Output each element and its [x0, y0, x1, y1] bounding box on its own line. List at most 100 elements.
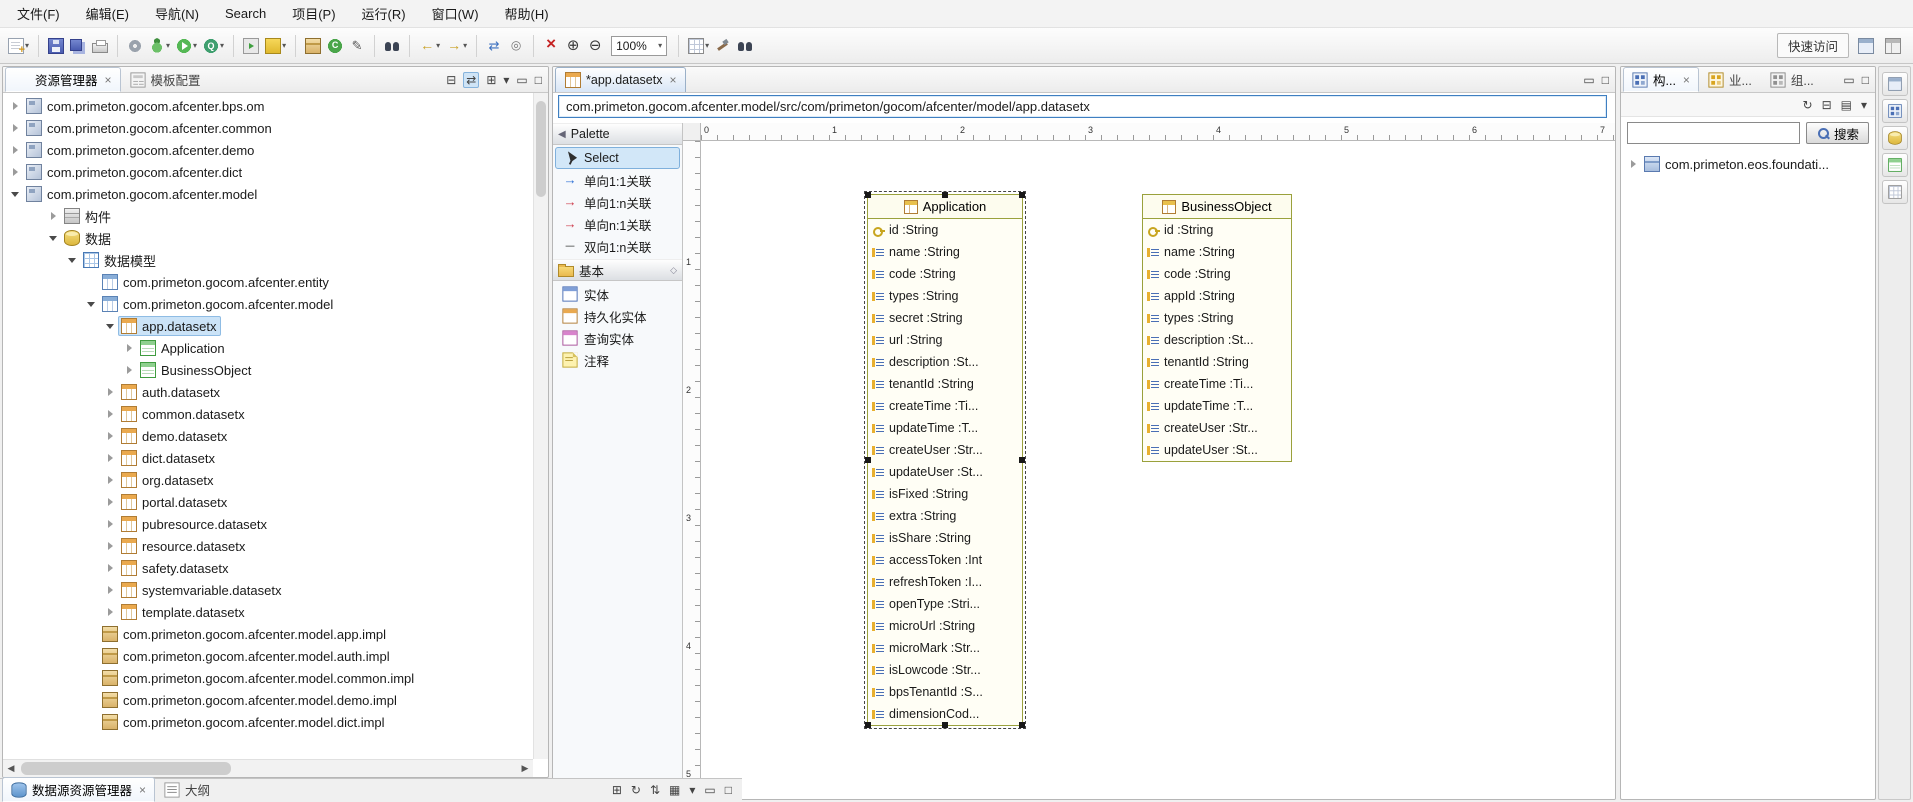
- collapse-all-icon[interactable]: ⊟: [1822, 98, 1832, 112]
- tree-item[interactable]: com.primeton.gocom.afcenter.model: [3, 183, 533, 205]
- entity-field[interactable]: name :String: [1143, 241, 1291, 263]
- pin-editor-button[interactable]: [506, 34, 526, 58]
- right-tab[interactable]: 构...×: [1623, 67, 1699, 92]
- tree-item[interactable]: 数据模型: [3, 249, 533, 271]
- tree-item[interactable]: com.primeton.gocom.afcenter.common: [3, 117, 533, 139]
- palette-group-header[interactable]: 基本 ◇: [553, 259, 682, 281]
- run-button[interactable]: ▾: [174, 34, 199, 58]
- maximize-icon[interactable]: □: [1602, 73, 1609, 87]
- tree-item[interactable]: template.datasetx: [3, 601, 533, 623]
- zoom-in-button[interactable]: [563, 34, 583, 58]
- open-perspective-button[interactable]: [1856, 34, 1876, 58]
- tree-item[interactable]: com.primeton.gocom.afcenter.model.app.im…: [3, 623, 533, 645]
- menu-item[interactable]: 帮助(H): [492, 0, 562, 27]
- entity-tool[interactable]: 实体: [555, 283, 680, 305]
- search-input[interactable]: [1627, 122, 1800, 144]
- new-package-button[interactable]: [303, 34, 323, 58]
- entity-field[interactable]: code :String: [1143, 263, 1291, 285]
- collapsed-twisty-icon[interactable]: [102, 432, 118, 440]
- right-tab[interactable]: 业...: [1699, 67, 1761, 92]
- entity-field[interactable]: isLowcode :Str...: [868, 659, 1022, 681]
- close-icon[interactable]: ×: [1683, 75, 1690, 85]
- run-last-tool-button[interactable]: [241, 34, 261, 58]
- collapsed-twisty-icon[interactable]: [121, 366, 137, 374]
- collapsed-twisty-icon[interactable]: [102, 454, 118, 462]
- open-search-button[interactable]: [382, 34, 402, 58]
- menu-item[interactable]: 窗口(W): [419, 0, 492, 27]
- link-with-editor-icon[interactable]: ⇄: [463, 72, 479, 88]
- expanded-twisty-icon[interactable]: [45, 236, 61, 241]
- entity-field[interactable]: description :St...: [1143, 329, 1291, 351]
- scroll-right-icon[interactable]: ▶: [517, 763, 533, 774]
- persistent-entity-tool[interactable]: 持久化实体: [555, 305, 680, 327]
- entity-field[interactable]: types :String: [1143, 307, 1291, 329]
- tree-item[interactable]: Application: [3, 337, 533, 359]
- tree-item[interactable]: dict.datasetx: [3, 447, 533, 469]
- maximize-icon[interactable]: □: [725, 783, 732, 797]
- entity-field[interactable]: code :String: [868, 263, 1022, 285]
- entity-field[interactable]: createUser :Str...: [1143, 417, 1291, 439]
- collapsed-twisty-icon[interactable]: [7, 168, 23, 176]
- scrollbar-track[interactable]: [19, 760, 517, 777]
- entity-field[interactable]: refreshToken :I...: [868, 571, 1022, 593]
- selection-handle[interactable]: [1019, 722, 1025, 728]
- tree-item[interactable]: systemvariable.datasetx: [3, 579, 533, 601]
- collapsed-twisty-icon[interactable]: [102, 608, 118, 616]
- tree-item[interactable]: com.primeton.gocom.afcenter.dict: [3, 161, 533, 183]
- comment-tool[interactable]: 注释: [555, 349, 680, 371]
- grid-layout-button[interactable]: ▾: [686, 34, 711, 58]
- settings-button[interactable]: [125, 34, 145, 58]
- selection-handle[interactable]: [942, 722, 948, 728]
- scroll-left-icon[interactable]: ◀: [3, 763, 19, 774]
- tree-item[interactable]: org.datasetx: [3, 469, 533, 491]
- entity-field[interactable]: id :String: [868, 219, 1022, 241]
- collapsed-twisty-icon[interactable]: [7, 124, 23, 132]
- maximize-icon[interactable]: □: [1862, 73, 1869, 87]
- bottom-tab[interactable]: 数据源资源管理器×: [2, 777, 155, 802]
- tree-item[interactable]: com.primeton.gocom.afcenter.model: [3, 293, 533, 315]
- link-with-editor-button[interactable]: [484, 34, 504, 58]
- collapsed-twisty-icon[interactable]: [102, 542, 118, 550]
- search-button[interactable]: 搜索: [1806, 122, 1869, 144]
- component-view-button[interactable]: [1882, 99, 1908, 123]
- entity-field[interactable]: updateUser :St...: [1143, 439, 1291, 461]
- entity-field[interactable]: name :String: [868, 241, 1022, 263]
- layout-icon[interactable]: ▤: [1841, 98, 1852, 112]
- tree-item[interactable]: com.primeton.gocom.afcenter.model.auth.i…: [3, 645, 533, 667]
- close-icon[interactable]: ×: [669, 75, 676, 85]
- tree-item[interactable]: com.primeton.gocom.afcenter.demo: [3, 139, 533, 161]
- entity-view-button[interactable]: [1882, 153, 1908, 177]
- close-icon[interactable]: ×: [139, 785, 146, 795]
- minimize-icon[interactable]: ▭: [704, 783, 715, 797]
- diagram-canvas[interactable]: Applicationid :Stringname :Stringcode :S…: [701, 141, 1615, 799]
- tree-item[interactable]: app.datasetx: [3, 315, 533, 337]
- entity-field[interactable]: id :String: [1143, 219, 1291, 241]
- restore-views-button[interactable]: [1882, 72, 1908, 96]
- selection-handle[interactable]: [865, 722, 871, 728]
- entity-field[interactable]: bpsTenantId :S...: [868, 681, 1022, 703]
- tree-item[interactable]: pubresource.datasetx: [3, 513, 533, 535]
- sort-icon[interactable]: ⇅: [650, 783, 660, 797]
- entity-field[interactable]: openType :Stri...: [868, 593, 1022, 615]
- delete-button[interactable]: [541, 34, 561, 58]
- view-menu-icon[interactable]: ▾: [1861, 98, 1867, 112]
- assoc-n-to-one[interactable]: 单向n:1关联: [555, 213, 680, 235]
- tree-item[interactable]: com.primeton.gocom.afcenter.model.demo.i…: [3, 689, 533, 711]
- editor-tab-app-datasetx[interactable]: *app.datasetx ×: [555, 67, 686, 92]
- tree-item[interactable]: com.primeton.gocom.afcenter.entity: [3, 271, 533, 293]
- collapsed-twisty-icon[interactable]: [102, 564, 118, 572]
- annotation-button[interactable]: [347, 34, 367, 58]
- selection-handle[interactable]: [865, 457, 871, 463]
- collapsed-twisty-icon[interactable]: [102, 410, 118, 418]
- forward-button[interactable]: ▾: [444, 34, 469, 58]
- print-button[interactable]: [90, 34, 110, 58]
- refresh-icon[interactable]: ↻: [631, 783, 641, 797]
- tree-item[interactable]: portal.datasetx: [3, 491, 533, 513]
- entity-field[interactable]: microUrl :String: [868, 615, 1022, 637]
- expanded-twisty-icon[interactable]: [7, 192, 23, 197]
- collapsed-twisty-icon[interactable]: [102, 476, 118, 484]
- collapsed-twisty-icon[interactable]: [121, 344, 137, 352]
- entity-field[interactable]: types :String: [868, 285, 1022, 307]
- build-button[interactable]: [713, 34, 733, 58]
- entity-field[interactable]: updateTime :T...: [1143, 395, 1291, 417]
